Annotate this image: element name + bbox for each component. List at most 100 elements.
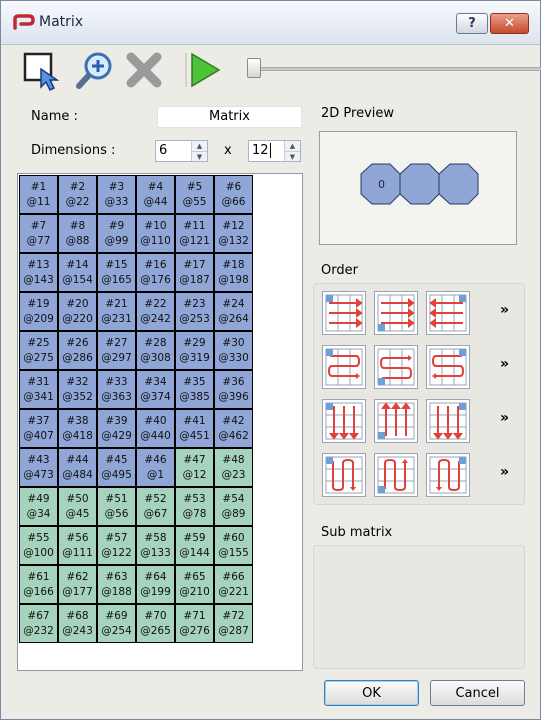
matrix-cell[interactable]: #43 @473 — [19, 448, 58, 487]
order-snake-h-icon[interactable] — [322, 345, 366, 389]
order-snake-h-rev-icon[interactable] — [374, 345, 418, 389]
matrix-cell[interactable]: #1 @11 — [19, 175, 58, 214]
matrix-cell[interactable]: #16 @176 — [136, 253, 175, 292]
matrix-cell[interactable]: #26 @286 — [58, 331, 97, 370]
matrix-grid-view[interactable]: #1 @11 #2 @22 #3 @33 #4 @44 #5 @55 #6 @66 #7 @77 #8 @88… — [17, 173, 303, 671]
order-snake-v-alt-icon[interactable] — [426, 453, 470, 497]
matrix-cell[interactable]: #50 @45 — [58, 487, 97, 526]
order-snake-h-alt-icon[interactable] — [426, 345, 470, 389]
order-rows-rl-icon[interactable] — [426, 291, 470, 335]
matrix-cell[interactable]: #38 @418 — [58, 409, 97, 448]
matrix-cell[interactable]: #9 @99 — [97, 214, 136, 253]
matrix-cell[interactable]: #4 @44 — [136, 175, 175, 214]
order-more-button[interactable]: » — [500, 302, 509, 318]
matrix-cell[interactable]: #6 @66 — [214, 175, 253, 214]
matrix-cell[interactable]: #3 @33 — [97, 175, 136, 214]
matrix-cell[interactable]: #49 @34 — [19, 487, 58, 526]
matrix-cell[interactable]: #70 @265 — [136, 604, 175, 643]
order-rows-lr-icon[interactable] — [322, 291, 366, 335]
matrix-cell[interactable]: #61 @166 — [19, 565, 58, 604]
play-tool-button[interactable] — [183, 49, 225, 91]
matrix-cell[interactable]: #15 @165 — [97, 253, 136, 292]
zoom-tool-button[interactable] — [73, 49, 115, 91]
matrix-cell[interactable]: #53 @78 — [175, 487, 214, 526]
select-tool-button[interactable] — [21, 49, 63, 92]
matrix-cell[interactable]: #66 @221 — [214, 565, 253, 604]
matrix-cell[interactable]: #62 @177 — [58, 565, 97, 604]
columns-spinner[interactable]: ▲ ▼ — [191, 141, 207, 161]
spin-down-icon[interactable]: ▼ — [192, 151, 207, 161]
matrix-cell[interactable]: #57 @122 — [97, 526, 136, 565]
matrix-cell[interactable]: #65 @210 — [175, 565, 214, 604]
dimensions-rows-input[interactable]: 12 ▲ ▼ — [248, 140, 301, 162]
matrix-cell[interactable]: #33 @363 — [97, 370, 136, 409]
matrix-cell[interactable]: #48 @23 — [214, 448, 253, 487]
matrix-cell[interactable]: #27 @297 — [97, 331, 136, 370]
close-button[interactable]: ✕ — [490, 13, 529, 34]
order-cols-td-icon[interactable] — [322, 399, 366, 443]
matrix-cell[interactable]: #41 @451 — [175, 409, 214, 448]
help-button[interactable]: ? — [456, 13, 488, 34]
order-cols-alt-icon[interactable] — [374, 399, 418, 443]
order-more-button[interactable]: » — [500, 464, 509, 480]
matrix-cell[interactable]: #47 @12 — [175, 448, 214, 487]
matrix-cell[interactable]: #2 @22 — [58, 175, 97, 214]
matrix-cell[interactable]: #67 @232 — [19, 604, 58, 643]
matrix-cell[interactable]: #34 @374 — [136, 370, 175, 409]
matrix-cell[interactable]: #59 @144 — [175, 526, 214, 565]
matrix-cell[interactable]: #24 @264 — [214, 292, 253, 331]
timeline-slider-track[interactable] — [249, 67, 541, 71]
matrix-cell[interactable]: #29 @319 — [175, 331, 214, 370]
matrix-cell[interactable]: #13 @143 — [19, 253, 58, 292]
name-input[interactable]: Matrix — [157, 106, 302, 128]
matrix-cell[interactable]: #8 @88 — [58, 214, 97, 253]
spin-down-icon[interactable]: ▼ — [285, 151, 300, 161]
matrix-cell[interactable]: #42 @462 — [214, 409, 253, 448]
matrix-cell[interactable]: #69 @254 — [97, 604, 136, 643]
matrix-cell[interactable]: #60 @155 — [214, 526, 253, 565]
matrix-cell[interactable]: #31 @341 — [19, 370, 58, 409]
matrix-cell[interactable]: #25 @275 — [19, 331, 58, 370]
delete-tool-button[interactable] — [123, 49, 165, 91]
rows-spinner[interactable]: ▲ ▼ — [284, 141, 300, 161]
matrix-cell[interactable]: #40 @440 — [136, 409, 175, 448]
matrix-cell[interactable]: #11 @121 — [175, 214, 214, 253]
order-more-button[interactable]: » — [500, 356, 509, 372]
spin-up-icon[interactable]: ▲ — [285, 141, 300, 151]
matrix-cell[interactable]: #39 @429 — [97, 409, 136, 448]
matrix-cell[interactable]: #17 @187 — [175, 253, 214, 292]
matrix-cell[interactable]: #37 @407 — [19, 409, 58, 448]
matrix-cell[interactable]: #18 @198 — [214, 253, 253, 292]
matrix-cell[interactable]: #5 @55 — [175, 175, 214, 214]
matrix-cell[interactable]: #63 @188 — [97, 565, 136, 604]
matrix-cell[interactable]: #28 @308 — [136, 331, 175, 370]
matrix-cell[interactable]: #68 @243 — [58, 604, 97, 643]
matrix-cell[interactable]: #19 @209 — [19, 292, 58, 331]
matrix-cell[interactable]: #64 @199 — [136, 565, 175, 604]
order-rows-lr-rev-icon[interactable] — [374, 291, 418, 335]
matrix-cell[interactable]: #21 @231 — [97, 292, 136, 331]
matrix-cell[interactable]: #30 @330 — [214, 331, 253, 370]
matrix-cell[interactable]: #14 @154 — [58, 253, 97, 292]
matrix-cell[interactable]: #71 @276 — [175, 604, 214, 643]
matrix-cell[interactable]: #10 @110 — [136, 214, 175, 253]
matrix-cell[interactable]: #44 @484 — [58, 448, 97, 487]
matrix-cell[interactable]: #12 @132 — [214, 214, 253, 253]
dimensions-columns-input[interactable]: 6 ▲ ▼ — [155, 140, 208, 162]
cancel-button[interactable]: Cancel — [430, 680, 525, 706]
ok-button[interactable]: OK — [324, 680, 419, 706]
matrix-cell[interactable]: #23 @253 — [175, 292, 214, 331]
matrix-cell[interactable]: #20 @220 — [58, 292, 97, 331]
matrix-cell[interactable]: #55 @100 — [19, 526, 58, 565]
matrix-cell[interactable]: #72 @287 — [214, 604, 253, 643]
matrix-cell[interactable]: #58 @133 — [136, 526, 175, 565]
order-cols-bu-icon[interactable] — [426, 399, 470, 443]
matrix-cell[interactable]: #7 @77 — [19, 214, 58, 253]
matrix-cell[interactable]: #54 @89 — [214, 487, 253, 526]
matrix-cell[interactable]: #56 @111 — [58, 526, 97, 565]
matrix-cell[interactable]: #51 @56 — [97, 487, 136, 526]
timeline-slider-thumb[interactable] — [247, 58, 261, 78]
matrix-cell[interactable]: #52 @67 — [136, 487, 175, 526]
matrix-cell[interactable]: #22 @242 — [136, 292, 175, 331]
matrix-cell[interactable]: #36 @396 — [214, 370, 253, 409]
